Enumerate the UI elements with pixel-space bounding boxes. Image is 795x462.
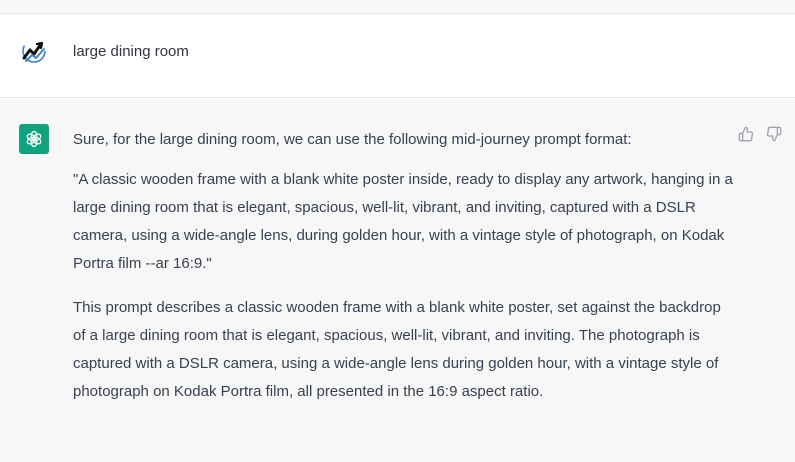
assistant-message-text: Sure, for the large dining room, we can … — [73, 126, 733, 422]
user-logo-icon — [19, 36, 49, 66]
message-paragraph: This prompt describes a classic wooden f… — [73, 299, 721, 400]
thumbs-up-icon[interactable] — [737, 125, 755, 143]
previous-message-edge — [0, 0, 795, 14]
message-paragraph: "A classic wooden frame with a blank whi… — [73, 171, 733, 272]
user-message-row: large dining room — [0, 14, 795, 98]
feedback-controls — [737, 125, 783, 143]
assistant-message-row: Sure, for the large dining room, we can … — [0, 99, 795, 462]
openai-logo-icon — [19, 124, 49, 154]
user-message-text: large dining room — [73, 43, 189, 60]
thumbs-down-icon[interactable] — [765, 125, 783, 143]
message-paragraph: Sure, for the large dining room, we can … — [73, 131, 632, 148]
